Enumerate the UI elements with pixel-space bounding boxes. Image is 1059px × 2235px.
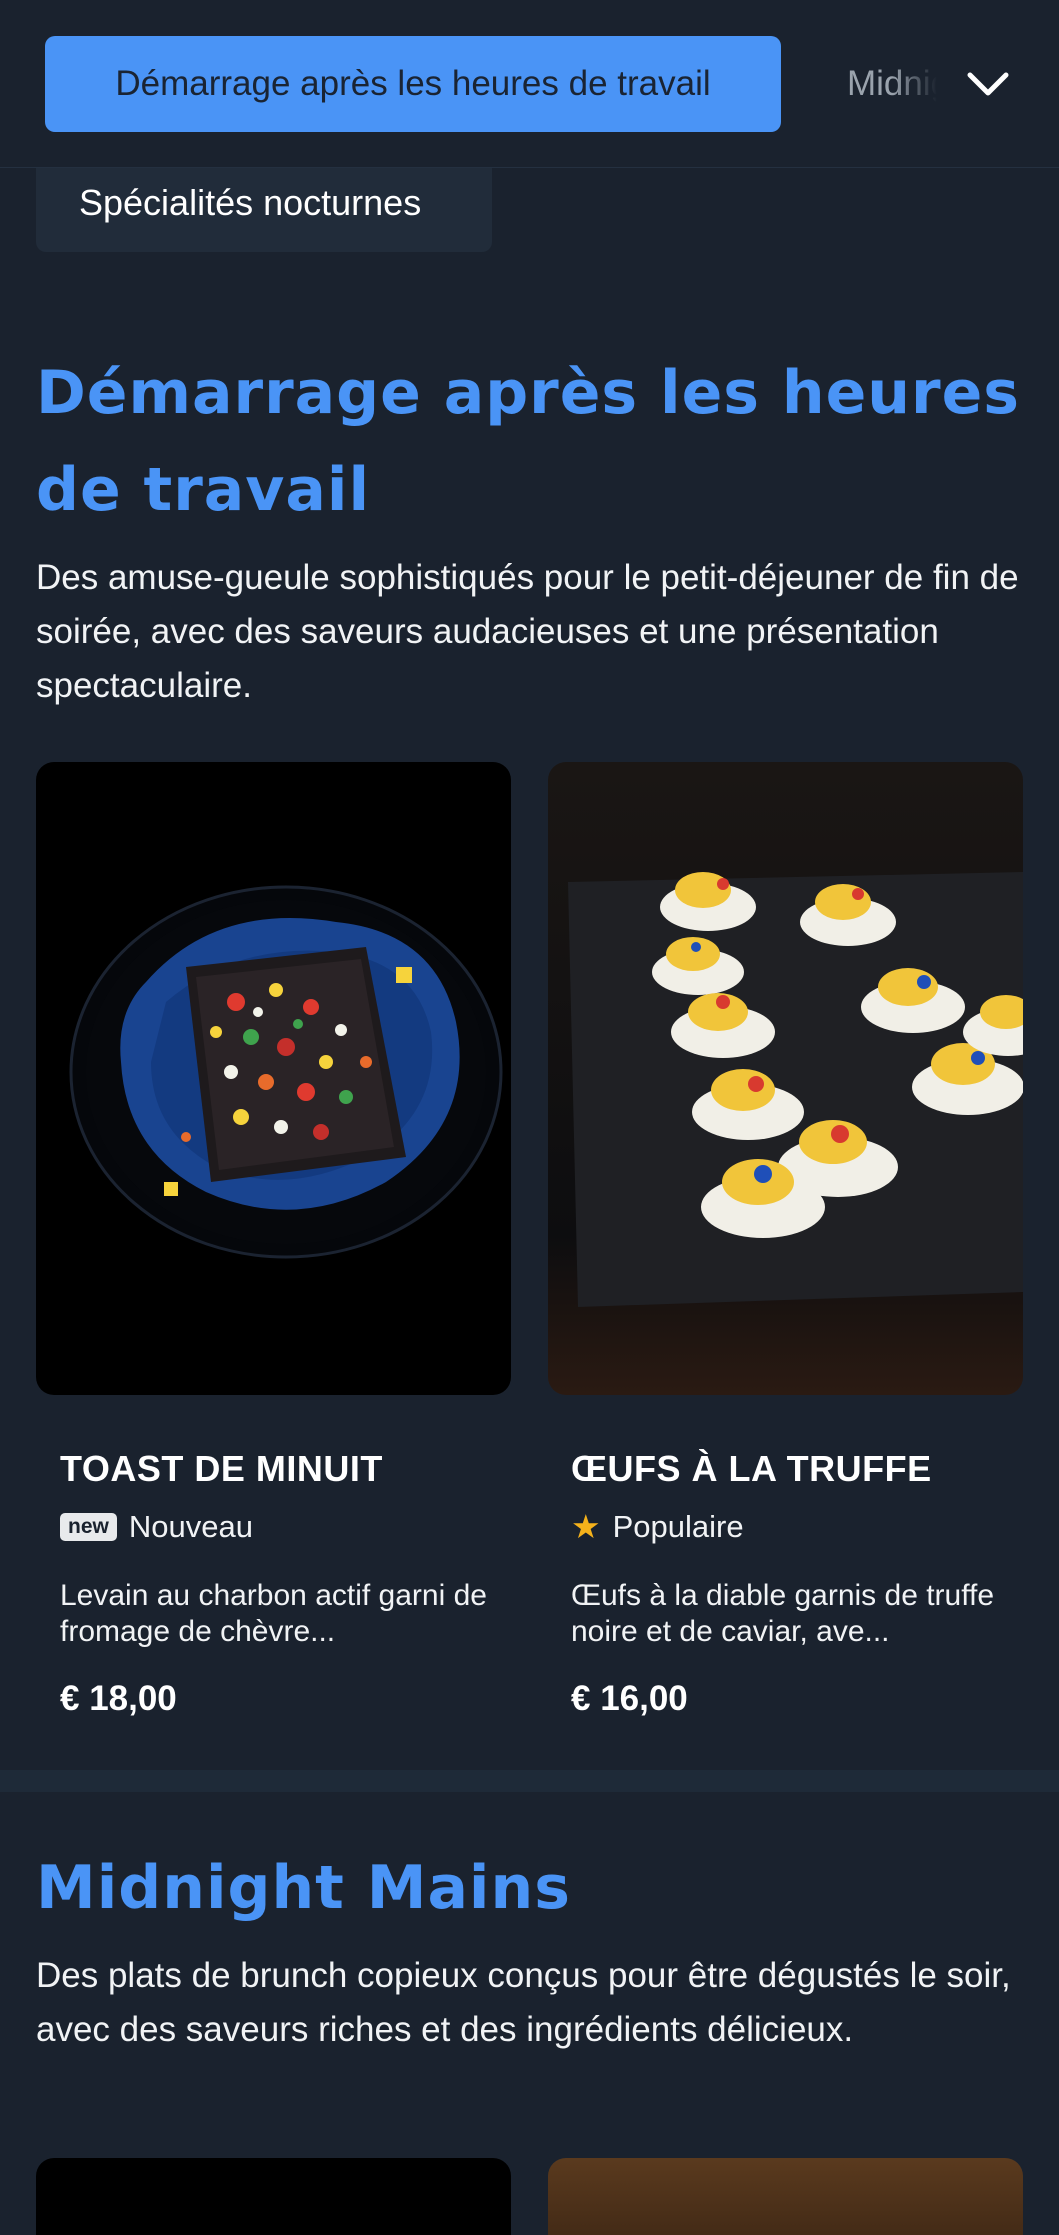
star-icon: ★ xyxy=(571,1508,601,1545)
section-title: Démarrage après les heures de travail xyxy=(36,358,1021,525)
new-badge-icon: new xyxy=(60,1513,117,1541)
section-title: Midnight Mains xyxy=(36,1853,571,1923)
section-divider xyxy=(0,1770,1059,1792)
midnight-mains-item-image[interactable] xyxy=(548,2158,1023,2235)
item-badge-label: Nouveau xyxy=(128,1509,253,1544)
midnight-toast-image[interactable] xyxy=(36,762,511,1395)
section-description: Des amuse-gueule sophistiqués pour le pe… xyxy=(36,558,1019,705)
item-badge: new Nouveau xyxy=(60,1507,253,1547)
tab-after-hours-starters[interactable]: Démarrage après les heures de travail xyxy=(45,36,781,132)
item-name[interactable]: ŒUFS À LA TRUFFE xyxy=(571,1448,932,1490)
item-description: Levain au charbon actif garni de fromage… xyxy=(60,1579,487,1648)
section-description: Des plats de brunch copieux conçus pour … xyxy=(36,1956,1011,2049)
category-nav: Démarrage après les heures de travail Mi… xyxy=(0,0,1059,168)
item-description: Œufs à la diable garnis de truffe noire … xyxy=(571,1579,995,1648)
tab-midnight-mains[interactable]: Midnight Mains xyxy=(847,36,937,132)
truffle-eggs-image[interactable] xyxy=(548,762,1023,1395)
item-badge: ★ Populaire xyxy=(571,1507,744,1547)
item-price: € 18,00 xyxy=(60,1679,177,1718)
chevron-down-icon[interactable] xyxy=(962,58,1014,110)
item-badge-label: Populaire xyxy=(612,1509,744,1544)
midnight-mains-item-image[interactable] xyxy=(36,2158,511,2235)
item-name[interactable]: TOAST DE MINUIT xyxy=(60,1448,383,1490)
item-price: € 16,00 xyxy=(571,1679,688,1718)
